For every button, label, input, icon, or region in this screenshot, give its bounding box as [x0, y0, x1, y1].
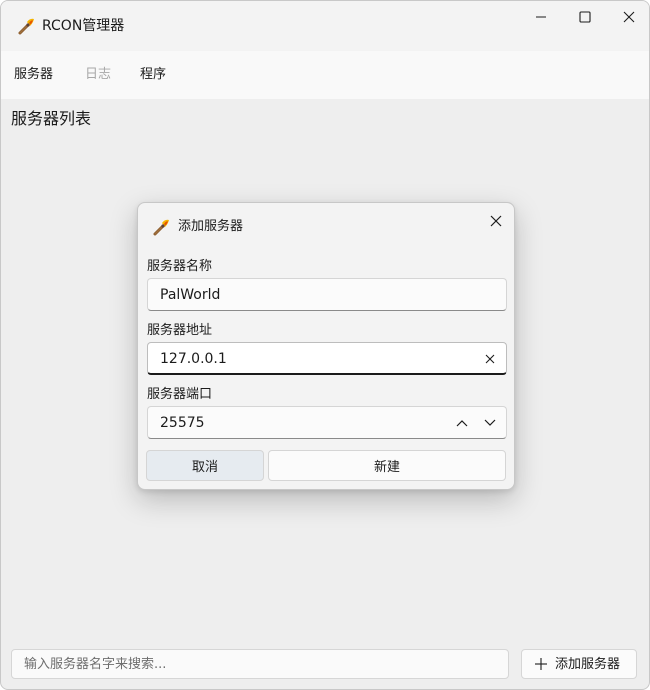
search-input[interactable]: 输入服务器名字来搜索... [11, 649, 509, 679]
menu-bar: 服务器 日志 程序 [1, 51, 649, 99]
server-name-field[interactable]: PalWorld [147, 278, 507, 311]
port-decrement-button[interactable] [479, 412, 501, 434]
add-server-button[interactable]: 添加服务器 [521, 649, 637, 679]
server-list-title: 服务器列表 [11, 109, 92, 128]
torch-icon [153, 219, 169, 236]
port-increment-button[interactable] [451, 412, 473, 434]
window-title: RCON管理器 [42, 18, 125, 34]
menu-item-program[interactable]: 程序 [140, 66, 166, 84]
server-name-value: PalWorld [160, 287, 221, 303]
server-port-label: 服务器端口 [147, 387, 213, 402]
clear-address-button[interactable] [479, 348, 501, 370]
close-icon [623, 11, 635, 23]
dialog-title: 添加服务器 [178, 219, 244, 234]
minimize-button[interactable] [519, 1, 563, 33]
chevron-down-icon [484, 419, 496, 426]
torch-icon [18, 18, 34, 35]
minimize-icon [536, 16, 546, 18]
server-address-value: 127.0.0.1 [160, 351, 227, 367]
server-address-field[interactable]: 127.0.0.1 [147, 342, 507, 375]
add-server-button-label: 添加服务器 [555, 657, 621, 672]
dialog-close-button[interactable] [484, 209, 508, 233]
maximize-button[interactable] [563, 1, 607, 33]
server-port-stepper[interactable]: 25575 [147, 406, 507, 439]
close-window-button[interactable] [607, 1, 649, 33]
app-window: RCON管理器 服务器 日志 程序 服务器列表 输入服务器名字来搜索... 添加… [0, 0, 650, 690]
create-button[interactable]: 新建 [268, 450, 506, 481]
menu-item-server[interactable]: 服务器 [14, 66, 53, 84]
search-placeholder: 输入服务器名字来搜索... [24, 657, 167, 672]
title-bar[interactable]: RCON管理器 [1, 1, 649, 51]
add-server-dialog: 添加服务器 服务器名称 PalWorld 服务器地址 127.0.0.1 服务器… [137, 202, 515, 490]
clear-icon [485, 354, 495, 364]
close-icon [490, 215, 502, 227]
menu-item-log: 日志 [85, 67, 112, 82]
server-port-value: 25575 [160, 415, 205, 431]
cancel-button[interactable]: 取消 [146, 450, 264, 481]
chevron-up-icon [456, 420, 468, 427]
plus-icon [535, 658, 547, 670]
server-address-label: 服务器地址 [147, 323, 213, 338]
server-name-label: 服务器名称 [147, 259, 213, 274]
maximize-icon [579, 11, 591, 23]
